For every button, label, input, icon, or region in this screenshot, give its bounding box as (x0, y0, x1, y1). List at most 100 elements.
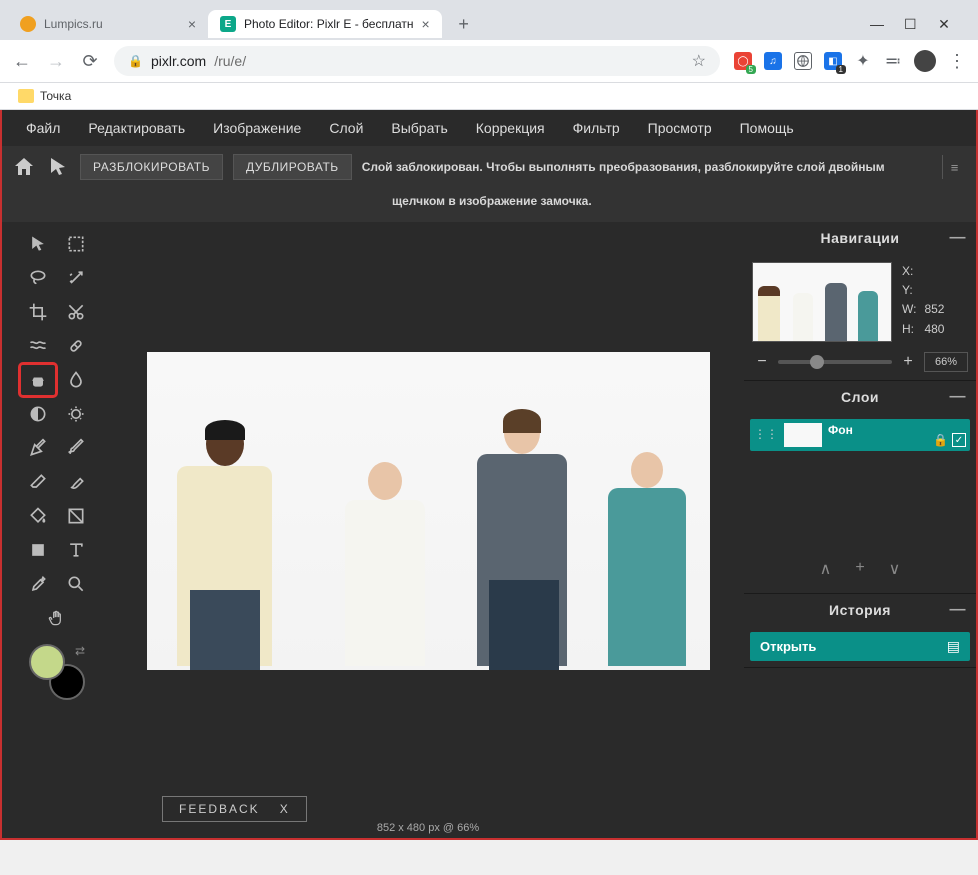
x-label: X: (902, 262, 913, 281)
eyedropper-tool[interactable] (20, 568, 56, 600)
layer-down-button[interactable]: ∨ (889, 559, 901, 579)
layer-name: Фон (828, 423, 927, 437)
cutout-tool[interactable] (58, 296, 94, 328)
fill-tool[interactable] (20, 500, 56, 532)
shape-tool[interactable] (20, 534, 56, 566)
clone-stamp-tool[interactable] (20, 364, 56, 396)
add-layer-button[interactable]: + (855, 559, 864, 579)
tab-title: Photo Editor: Pixlr E - бесплатн (244, 17, 414, 31)
folder-icon (18, 89, 34, 103)
menu-adjustment[interactable]: Коррекция (462, 110, 559, 146)
dodge-tool[interactable] (58, 398, 94, 430)
foreground-color[interactable] (29, 644, 65, 680)
url-domain: pixlr.com (151, 53, 206, 69)
zoom-out-button[interactable]: − (752, 353, 772, 371)
extension-icon[interactable]: ◯ (734, 52, 752, 70)
profile-avatar[interactable] (914, 50, 936, 72)
reading-list-icon[interactable]: ≕ (884, 52, 902, 70)
menu-image[interactable]: Изображение (199, 110, 315, 146)
eraser-tool[interactable] (20, 466, 56, 498)
menu-edit[interactable]: Редактировать (74, 110, 199, 146)
zoom-tool[interactable] (58, 568, 94, 600)
feedback-widget[interactable]: FEEDBACK X (162, 796, 307, 822)
visibility-checkbox[interactable]: ✓ (952, 433, 966, 447)
arrow-tool[interactable] (20, 228, 56, 260)
h-label: H: (902, 320, 914, 339)
maximize-button[interactable]: ☐ (904, 16, 916, 33)
new-tab-button[interactable]: + (450, 10, 478, 38)
grip-icon[interactable]: ⋮⋮ (754, 431, 778, 438)
duplicate-button[interactable]: ДУБЛИРОВАТЬ (233, 154, 352, 180)
lock-icon[interactable]: 🔒 (933, 433, 948, 447)
liquify-tool[interactable] (20, 330, 56, 362)
layers-panel: Слои — ⋮⋮ Фон 🔒 ✓ ∧ (744, 381, 976, 594)
close-icon[interactable]: × (422, 16, 430, 32)
menu-select[interactable]: Выбрать (377, 110, 461, 146)
heal-tool[interactable] (58, 330, 94, 362)
tab-lumpics[interactable]: Lumpics.ru × (8, 10, 208, 38)
home-icon[interactable] (12, 155, 36, 179)
history-panel: История — Открыть ▤ (744, 594, 976, 668)
address-bar: ← → ⟳ 🔒 pixlr.com/ru/e/ ☆ ◯ ♫ ◧ ✦ ≕ ⋮ (0, 40, 978, 83)
extension-icon[interactable]: ◧ (824, 52, 842, 70)
minimize-button[interactable]: — (870, 16, 882, 32)
menu-help[interactable]: Помощь (726, 110, 808, 146)
close-window-button[interactable]: ✕ (938, 16, 950, 33)
bookmark-item[interactable]: Точка (40, 89, 71, 103)
locked-layer-message: Слой заблокирован. Чтобы выполнять преоб… (362, 160, 885, 174)
canvas-area: FEEDBACK X 852 x 480 px @ 66% (112, 222, 744, 838)
back-button[interactable]: ← (12, 51, 32, 71)
unlock-button[interactable]: РАЗБЛОКИРОВАТЬ (80, 154, 223, 180)
bookmark-star-icon[interactable]: ☆ (692, 51, 706, 71)
feedback-label: FEEDBACK (179, 802, 260, 816)
layer-up-button[interactable]: ∧ (820, 559, 832, 579)
collapse-icon[interactable]: — (950, 388, 967, 406)
favicon-icon: E (220, 16, 236, 32)
w-label: W: (902, 300, 916, 319)
extensions-puzzle-icon[interactable]: ✦ (854, 52, 872, 70)
tab-pixlr[interactable]: E Photo Editor: Pixlr E - бесплатн × (208, 10, 442, 38)
blur-tool[interactable] (58, 364, 94, 396)
navigator-thumbnail[interactable] (752, 262, 892, 342)
zoom-in-button[interactable]: + (898, 353, 918, 371)
reload-button[interactable]: ⟳ (80, 51, 100, 71)
smudge-tool[interactable] (58, 466, 94, 498)
marquee-tool[interactable] (58, 228, 94, 260)
history-item[interactable]: Открыть ▤ (750, 632, 970, 661)
extension-icon[interactable]: ♫ (764, 52, 782, 70)
options-menu-icon[interactable]: ≡ (942, 155, 966, 179)
tab-bar: Lumpics.ru × E Photo Editor: Pixlr E - б… (0, 0, 978, 40)
menu-filter[interactable]: Фильтр (559, 110, 634, 146)
bookmark-bar: Точка (0, 83, 978, 110)
crop-tool[interactable] (20, 296, 56, 328)
hand-tool[interactable] (39, 602, 75, 634)
sponge-tool[interactable] (20, 398, 56, 430)
pen-tool[interactable] (20, 432, 56, 464)
locked-layer-message-2: щелчком в изображение замочка. (2, 188, 976, 222)
forward-button[interactable]: → (46, 51, 66, 71)
y-label: Y: (902, 281, 913, 300)
zoom-value[interactable]: 66% (924, 352, 968, 372)
zoom-slider[interactable] (778, 360, 892, 364)
color-swatches[interactable]: ⇄ (29, 644, 85, 700)
browser-menu-button[interactable]: ⋮ (948, 51, 966, 72)
url-input[interactable]: 🔒 pixlr.com/ru/e/ ☆ (114, 46, 720, 76)
panel-title: История (829, 602, 891, 618)
wand-tool[interactable] (58, 262, 94, 294)
close-icon[interactable]: × (188, 16, 196, 32)
collapse-icon[interactable]: — (950, 229, 967, 247)
menu-layer[interactable]: Слой (315, 110, 377, 146)
menu-file[interactable]: Файл (12, 110, 74, 146)
arrow-tool-icon[interactable] (46, 155, 70, 179)
collapse-icon[interactable]: — (950, 601, 967, 619)
canvas[interactable] (147, 352, 710, 670)
layer-item[interactable]: ⋮⋮ Фон 🔒 ✓ (750, 419, 970, 451)
swap-colors-icon[interactable]: ⇄ (75, 644, 85, 658)
menu-view[interactable]: Просмотр (634, 110, 726, 146)
gradient-tool[interactable] (58, 500, 94, 532)
lasso-tool[interactable] (20, 262, 56, 294)
feedback-close-icon[interactable]: X (280, 802, 290, 816)
text-tool[interactable] (58, 534, 94, 566)
brush-tool[interactable] (58, 432, 94, 464)
extension-icon[interactable] (794, 52, 812, 70)
